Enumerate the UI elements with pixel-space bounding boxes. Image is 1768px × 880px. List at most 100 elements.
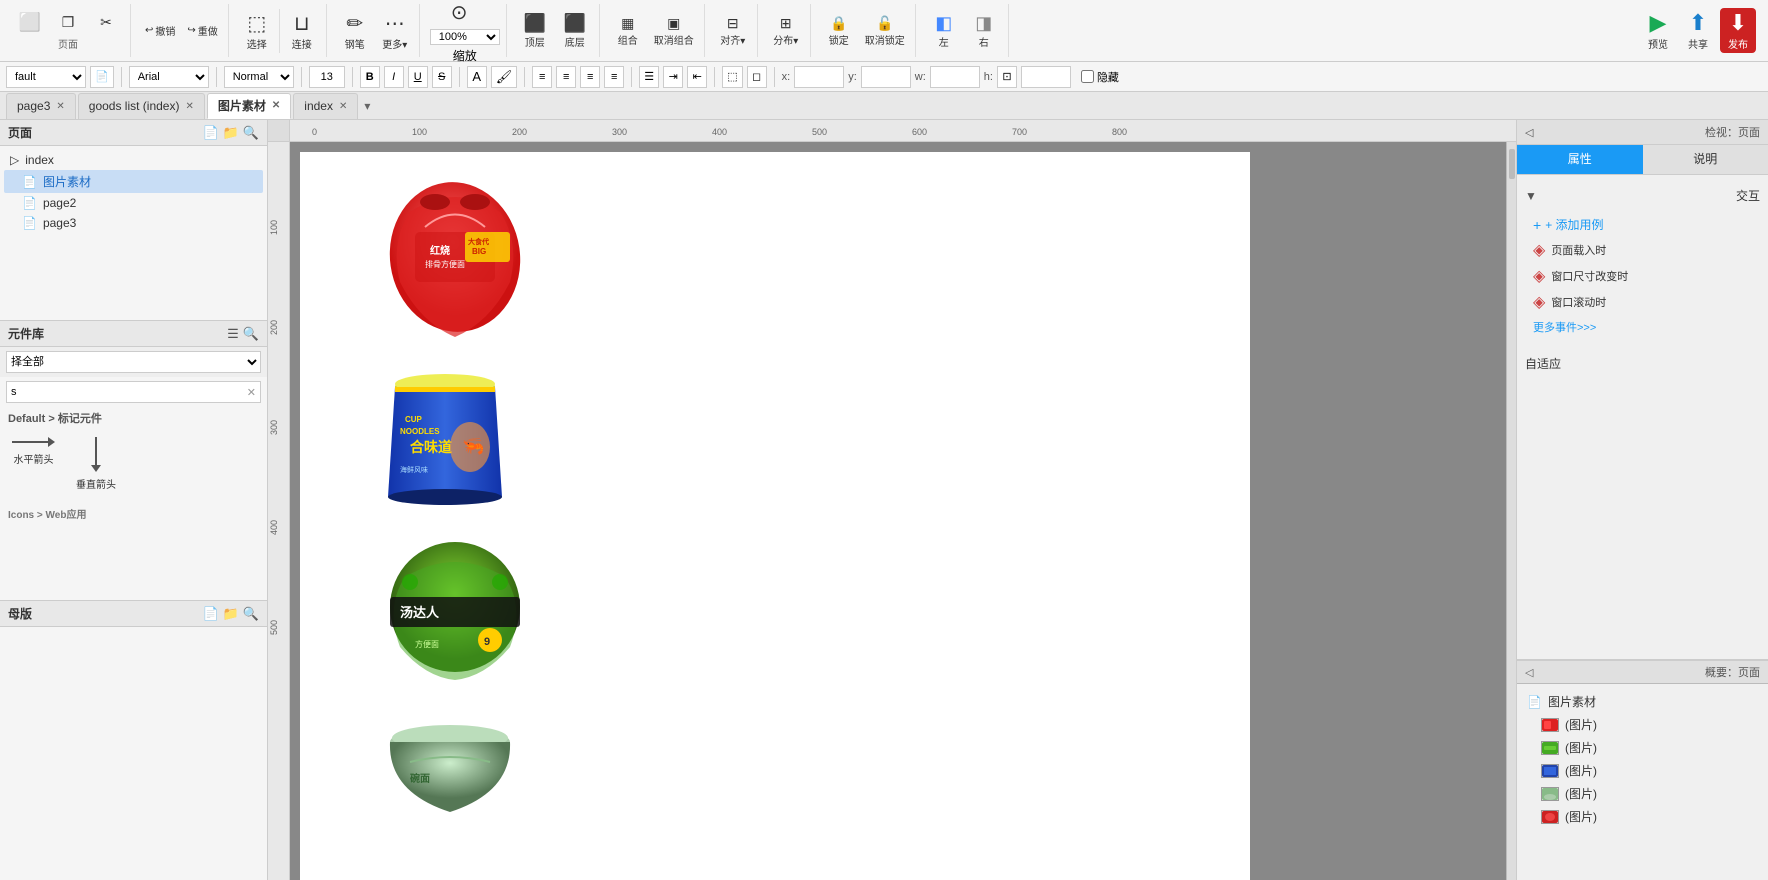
w-input[interactable]: [930, 66, 980, 88]
bottom-layer-button[interactable]: ⬛ 底层: [557, 11, 593, 51]
strikethrough-button[interactable]: S: [432, 66, 452, 88]
pen-button[interactable]: ✏ 钢笔: [337, 9, 373, 53]
publish-button[interactable]: ⬇ 发布: [1720, 8, 1756, 53]
h-input[interactable]: [1021, 66, 1071, 88]
hidden-checkbox[interactable]: [1081, 70, 1094, 83]
overview-item-img-4[interactable]: (图片): [1523, 782, 1762, 805]
font-preset-select[interactable]: fault: [6, 66, 86, 88]
master-folder-icon[interactable]: 📁: [223, 606, 239, 622]
food-image-bowl[interactable]: 碗面: [380, 712, 520, 822]
more-events-button[interactable]: 更多事件>>>: [1525, 315, 1760, 339]
right-tab-properties[interactable]: 属性: [1517, 145, 1643, 174]
font-color-button[interactable]: A: [467, 66, 487, 88]
font-family-select[interactable]: Arial: [129, 66, 209, 88]
overview-item-img-2[interactable]: (图片): [1523, 736, 1762, 759]
comp-search-input[interactable]: [11, 386, 247, 398]
food-image-green-bag[interactable]: 汤达人 方便面 9: [380, 532, 530, 682]
align-left-button[interactable]: ≡: [532, 66, 552, 88]
align-center-button[interactable]: ≡: [556, 66, 576, 88]
overview-item-folder[interactable]: 📄 图片素材: [1523, 690, 1762, 713]
more-button[interactable]: ⋯ 更多▾: [377, 9, 413, 53]
font-preset-icon-button[interactable]: 📄: [90, 66, 114, 88]
outdent-button[interactable]: ⇤: [687, 66, 707, 88]
italic-button[interactable]: I: [384, 66, 404, 88]
lock-button[interactable]: 🔒 锁定: [821, 13, 857, 49]
food-image-red-bag[interactable]: 红烧 排骨方便面 大食代 BIG: [380, 172, 530, 342]
comp-menu-icon[interactable]: ☰: [227, 326, 239, 342]
overview-arrow-left[interactable]: ◁: [1525, 666, 1533, 679]
tab-img-assets[interactable]: 图片素材 ✕: [207, 93, 291, 119]
x-input[interactable]: [794, 66, 844, 88]
underline-button[interactable]: U: [408, 66, 428, 88]
tab-goods-list[interactable]: goods list (index) ✕: [78, 93, 205, 119]
indent-button[interactable]: ⇥: [663, 66, 683, 88]
highlight-button[interactable]: 🖌: [491, 66, 518, 88]
lock-icon: 🔒: [830, 15, 847, 32]
proportional-button[interactable]: ⊡: [997, 66, 1017, 88]
page-search-icon[interactable]: 🔍: [243, 125, 259, 141]
group-button[interactable]: ▦ 组合: [610, 13, 646, 49]
inspection-arrow-left[interactable]: ◁: [1525, 126, 1533, 139]
y-input[interactable]: [861, 66, 911, 88]
ungroup-button[interactable]: ▣ 取消组合: [650, 13, 698, 49]
page-item-index[interactable]: ▷ index: [4, 150, 263, 170]
redo-button[interactable]: ↪ 重做: [183, 21, 221, 40]
comp-search-icon[interactable]: 🔍: [243, 326, 259, 342]
tab-page3[interactable]: page3 ✕: [6, 93, 76, 119]
add-interaction-button[interactable]: + + 添加用例: [1525, 212, 1760, 237]
comp-arrow-h[interactable]: 水平箭头: [8, 433, 59, 495]
tab-index-close[interactable]: ✕: [339, 101, 347, 112]
vscroll-thumb[interactable]: [1509, 149, 1515, 179]
align-right-button[interactable]: ≡: [580, 66, 600, 88]
tab-goods-list-close[interactable]: ✕: [185, 101, 193, 112]
overview-item-img-5[interactable]: (图片): [1523, 805, 1762, 828]
right-tab-description[interactable]: 说明: [1643, 145, 1768, 174]
overview-item-img-1[interactable]: (图片): [1523, 713, 1762, 736]
comp-arrow-v[interactable]: 垂直箭头: [71, 433, 121, 495]
undo-button[interactable]: ↩ 撤销: [141, 21, 179, 40]
page-item-page3[interactable]: 📄 page3: [4, 213, 263, 233]
zoom-button[interactable]: ⊙: [447, 0, 483, 27]
top-layer-button[interactable]: ⬛ 顶层: [517, 11, 553, 51]
bold-button[interactable]: B: [360, 66, 380, 88]
right-button[interactable]: ◨ 右: [966, 11, 1002, 51]
align-justify-button[interactable]: ≡: [604, 66, 624, 88]
interaction-item-pageload[interactable]: ◈ 页面载入时: [1525, 237, 1760, 263]
food-image-cup[interactable]: CUP NOODLES 合味道 海鲜风味 🦐: [380, 362, 510, 507]
unlock-button[interactable]: 🔓 取消锁定: [861, 13, 909, 49]
distribute-button[interactable]: ⊞ 分布▾: [768, 13, 804, 49]
connect-button[interactable]: ⊔ 连接: [284, 9, 320, 53]
page-folder-icon[interactable]: 📁: [223, 125, 239, 141]
font-style-select[interactable]: Normal: [224, 66, 294, 88]
interaction-item-scroll[interactable]: ◈ 窗口滚动时: [1525, 289, 1760, 315]
comp-filter-select[interactable]: 择全部: [6, 351, 261, 373]
canvas-scroll[interactable]: 红烧 排骨方便面 大食代 BIG: [290, 142, 1506, 880]
tab-page3-close[interactable]: ✕: [56, 101, 64, 112]
zoom-select[interactable]: 100%75%50%150%: [430, 29, 500, 45]
tabs-arrow[interactable]: ▾: [360, 99, 374, 113]
page-item-img-assets[interactable]: 📄 图片素材: [4, 170, 263, 193]
font-size-input[interactable]: [309, 66, 345, 88]
preview-button[interactable]: ▶ 预览: [1640, 8, 1676, 53]
interaction-item-resize[interactable]: ◈ 窗口尺寸改变时: [1525, 263, 1760, 289]
left-button[interactable]: ◧ 左: [926, 11, 962, 51]
select-button[interactable]: ⬚ 选择: [239, 9, 275, 53]
copy-button[interactable]: ❐: [50, 13, 86, 31]
cut-button[interactable]: ✂: [88, 13, 124, 31]
vertical-scrollbar[interactable]: [1506, 142, 1516, 880]
shadow-button[interactable]: ◻: [747, 66, 767, 88]
paste-button[interactable]: ⬜: [12, 11, 48, 33]
share-button[interactable]: ⬆ 共享: [1680, 8, 1716, 53]
tab-index[interactable]: index ✕: [293, 93, 358, 119]
page-add-icon[interactable]: 📄: [202, 125, 218, 141]
border-button[interactable]: ⬚: [722, 66, 742, 88]
overview-item-img-3[interactable]: (图片): [1523, 759, 1762, 782]
comp-search-clear[interactable]: ✕: [247, 386, 256, 399]
tab-img-assets-close[interactable]: ✕: [272, 100, 280, 111]
align-button[interactable]: ⊟ 对齐▾: [715, 13, 751, 49]
master-search-icon[interactable]: 🔍: [243, 606, 259, 622]
page-item-page2[interactable]: 📄 page2: [4, 193, 263, 213]
interaction-collapse-icon[interactable]: ▼: [1525, 189, 1537, 203]
master-add-icon[interactable]: 📄: [202, 606, 218, 622]
list-button[interactable]: ☰: [639, 66, 659, 88]
